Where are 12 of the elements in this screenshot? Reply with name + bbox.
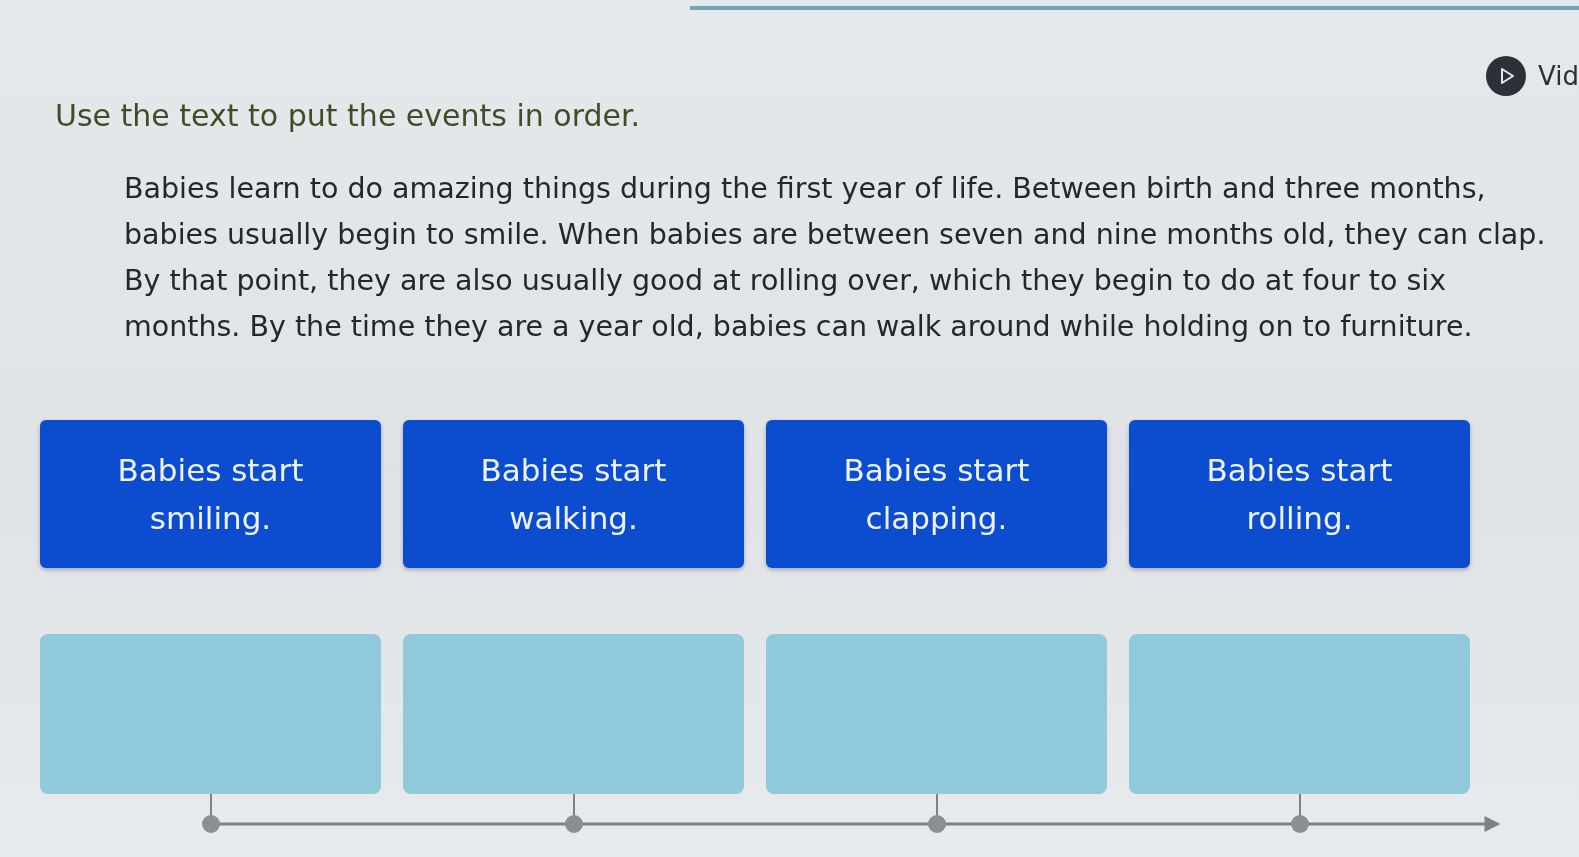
- instruction-text: Use the text to put the events in order.: [55, 98, 641, 134]
- event-card[interactable]: Babies start smiling.: [40, 420, 381, 568]
- reading-passage: Babies learn to do amazing things during the first year of life. Between birth and three months, babies usually begin to smile. When babies are between seven and nine months old, they can clap. By that point, they are also usually good at rolling over, which they begin to do at four to six months. By the time they are a year old, babies can walk around while holding on to furniture.: [124, 171, 1547, 345]
- play-icon: [1486, 56, 1527, 96]
- answer-slot[interactable]: [766, 634, 1107, 794]
- event-card[interactable]: Babies start rolling.: [1129, 420, 1470, 568]
- event-card[interactable]: Babies start clapping.: [766, 420, 1107, 568]
- video-button[interactable]: Vid: [1486, 56, 1579, 96]
- answer-slot[interactable]: [403, 634, 744, 794]
- event-card[interactable]: Babies start walking.: [403, 420, 744, 568]
- answer-slot[interactable]: [40, 634, 381, 794]
- answer-slot[interactable]: [1129, 634, 1470, 794]
